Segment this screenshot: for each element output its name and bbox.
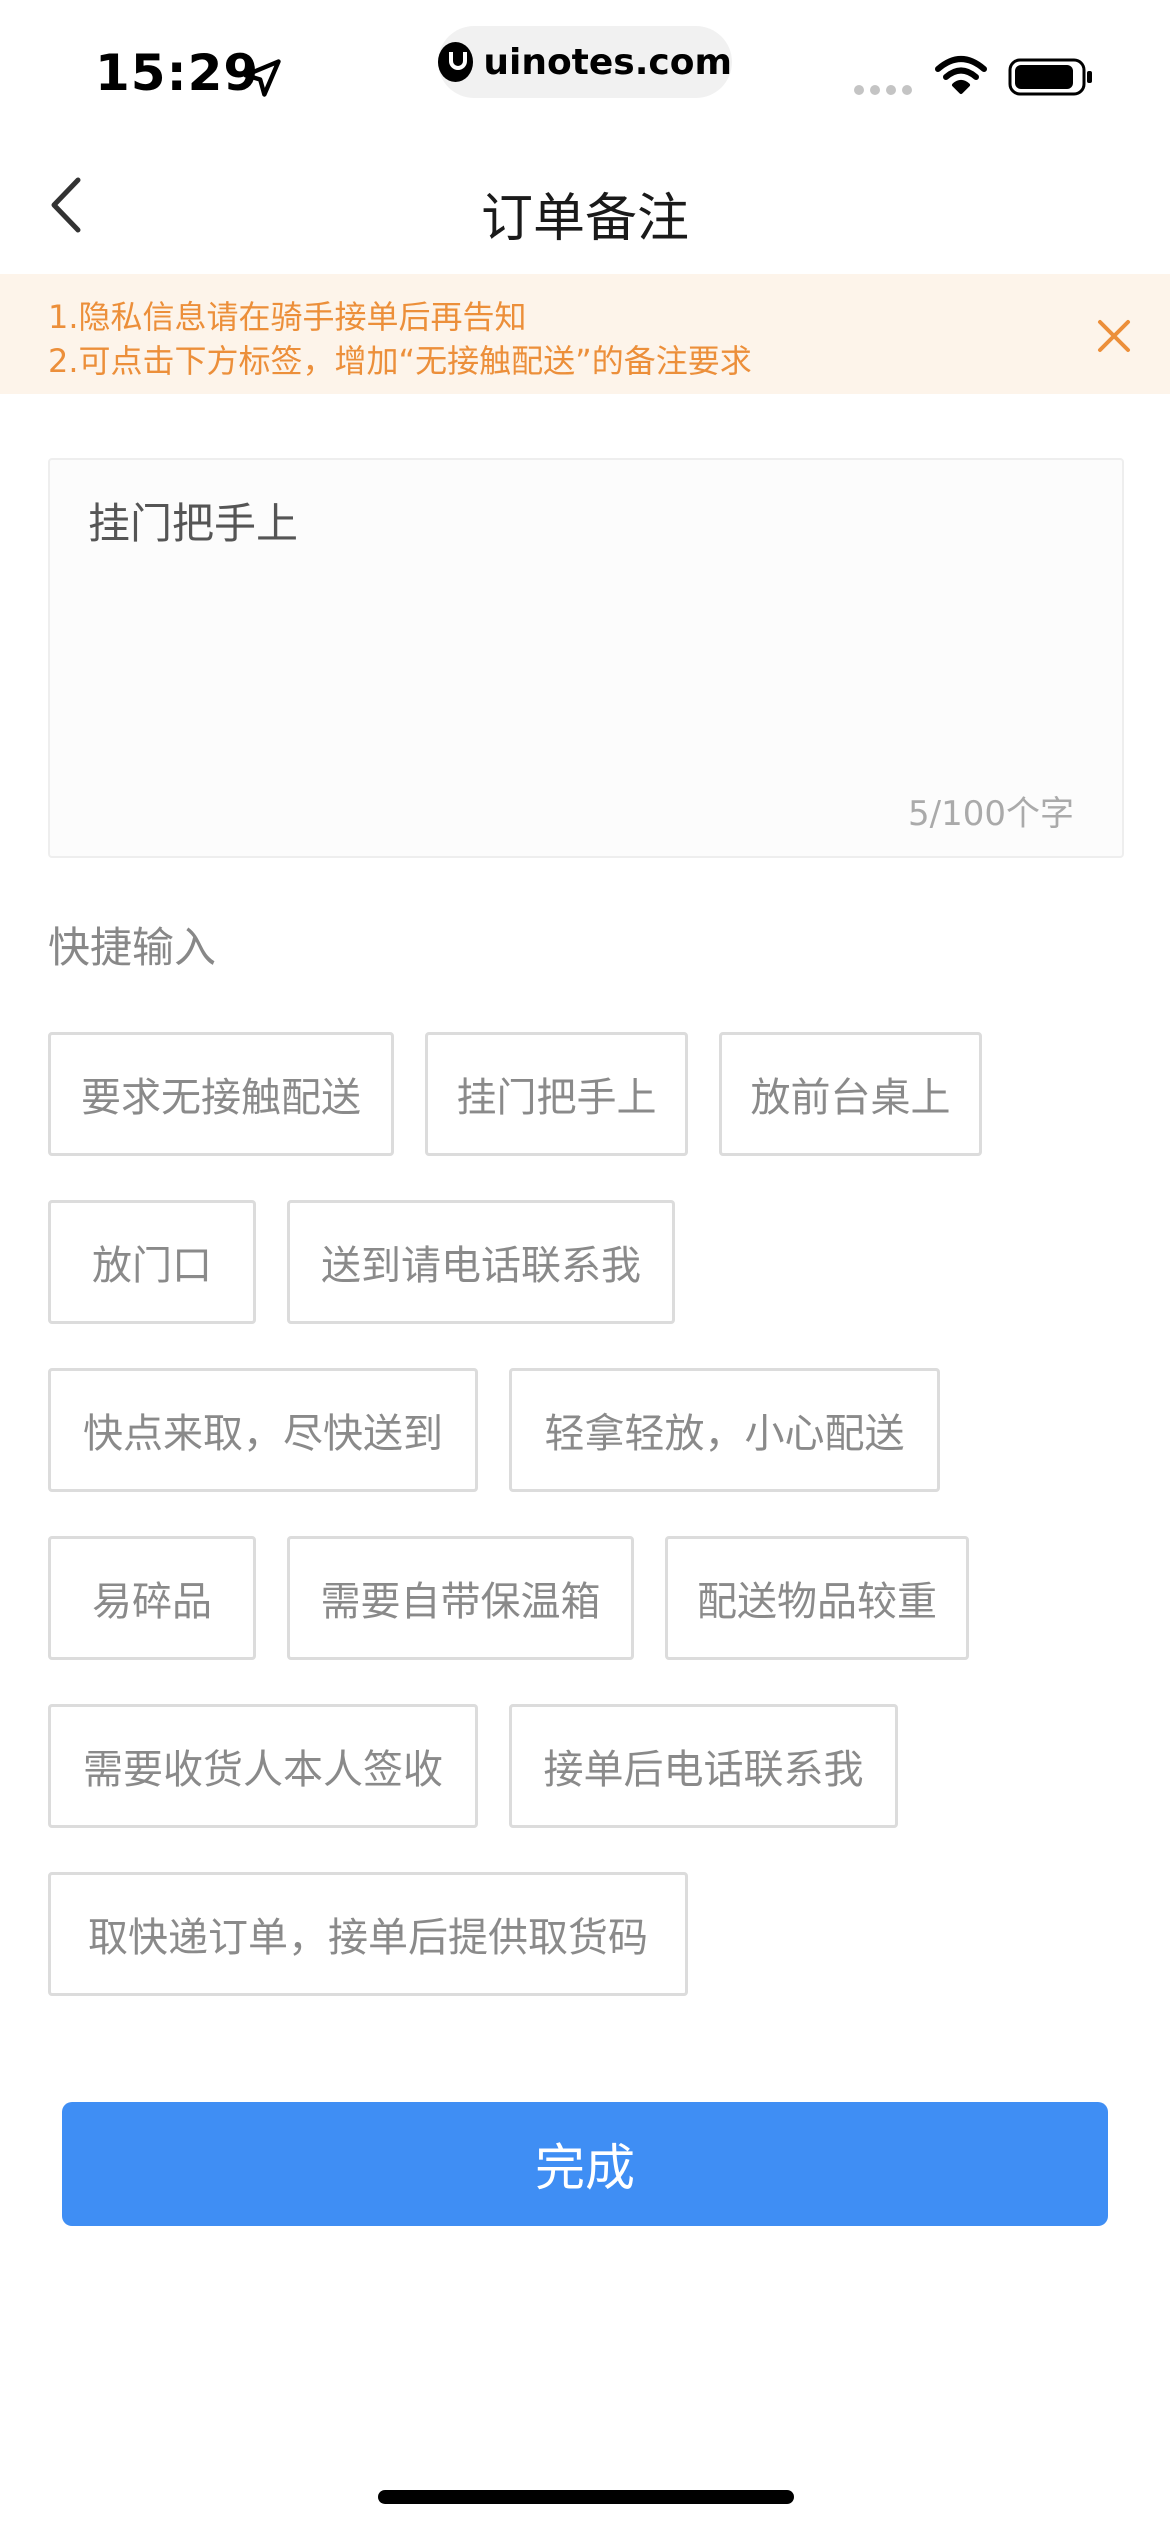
quick-tag[interactable]: 取快递订单，接单后提供取货码	[48, 1872, 688, 1996]
quick-tag[interactable]: 轻拿轻放，小心配送	[509, 1368, 940, 1492]
url-pill[interactable]: uinotes.com	[438, 26, 732, 98]
quick-tag[interactable]: 快点来取，尽快送到	[48, 1368, 478, 1492]
remark-text: 挂门把手上	[88, 499, 299, 548]
close-icon[interactable]	[1090, 312, 1138, 360]
status-time: 15:29	[95, 44, 260, 102]
location-arrow-icon	[243, 59, 281, 97]
home-indicator[interactable]	[378, 2490, 794, 2504]
quick-tag[interactable]: 需要收货人本人签收	[48, 1704, 478, 1828]
quick-input-title: 快捷输入	[48, 923, 217, 972]
quick-tag[interactable]: 放前台桌上	[719, 1032, 982, 1156]
page-title: 订单备注	[480, 189, 689, 249]
done-button[interactable]: 完成	[62, 2102, 1108, 2226]
quick-tag[interactable]: 放门口	[48, 1200, 256, 1324]
battery-icon	[1008, 58, 1092, 96]
quick-tag[interactable]: 配送物品较重	[665, 1536, 969, 1660]
quick-tag[interactable]: 挂门把手上	[425, 1032, 688, 1156]
quick-tag[interactable]: 易碎品	[48, 1536, 256, 1660]
privacy-notice-bar: 1.隐私信息请在骑手接单后再告知 2.可点击下方标签，增加“无接触配送”的备注要…	[0, 274, 1170, 394]
quick-tag[interactable]: 送到请电话联系我	[287, 1200, 675, 1324]
notice-line-1: 1.隐私信息请在骑手接单后再告知	[48, 298, 527, 336]
site-logo-icon	[438, 42, 474, 82]
remark-textarea[interactable]: 挂门把手上 5/100个字	[48, 458, 1124, 858]
cellular-signal-icon	[854, 85, 912, 95]
quick-tag[interactable]: 需要自带保温箱	[287, 1536, 634, 1660]
url-text: uinotes.com	[483, 41, 732, 83]
status-bar: 15:29 uinotes.com	[0, 0, 1170, 140]
quick-tag[interactable]: 要求无接触配送	[48, 1032, 394, 1156]
nav-bar: 订单备注	[0, 140, 1170, 274]
wifi-icon	[935, 56, 987, 94]
quick-tag[interactable]: 接单后电话联系我	[509, 1704, 898, 1828]
char-count: 5/100个字	[908, 794, 1074, 834]
notice-line-2: 2.可点击下方标签，增加“无接触配送”的备注要求	[48, 342, 752, 380]
